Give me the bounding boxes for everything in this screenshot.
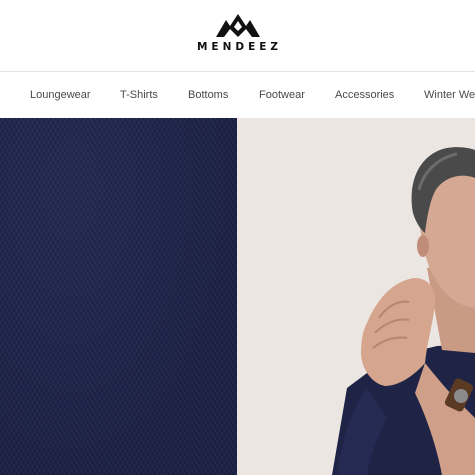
nav-item-winter-wear[interactable]: Winter Wea [424,89,475,101]
category-nav: Loungewear T-Shirts Bottoms Footwear Acc… [0,73,475,118]
nav-item-bottoms[interactable]: Bottoms [188,89,228,101]
nav-item-loungewear[interactable]: Loungewear [30,89,91,101]
nav-item-accessories[interactable]: Accessories [335,89,394,101]
nav-item-t-shirts[interactable]: T-Shirts [120,89,158,101]
model-illustration [332,147,475,475]
nav-item-footwear[interactable]: Footwear [259,89,305,101]
crown-mountain-icon [215,14,260,37]
site-header: MENDEEZ [0,0,475,72]
knit-fabric-image [0,118,237,475]
brand-name: MENDEEZ [196,41,283,53]
hero-banner[interactable] [0,118,475,475]
brand-logo[interactable]: MENDEEZ [0,12,475,53]
model-photo [237,118,475,475]
